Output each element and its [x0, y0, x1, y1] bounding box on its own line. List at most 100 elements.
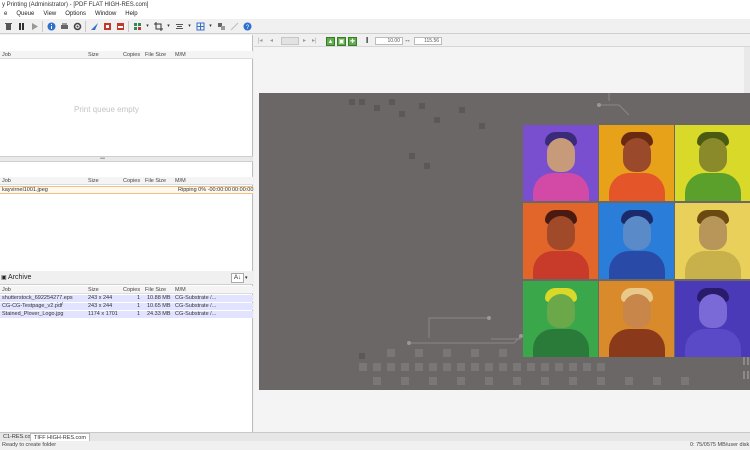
archive-header: ▣ Archive A↓ ▾ [0, 271, 253, 285]
chevron-down-icon[interactable]: ▾ [245, 273, 248, 283]
archive-file-size: 10.65 MB [147, 303, 171, 309]
chevron-down-icon[interactable]: ▾ [208, 21, 213, 31]
col-job[interactable]: Job [2, 286, 11, 294]
sort-button[interactable]: A↓ [231, 273, 244, 283]
archive-size: 1174 x 1701 [88, 311, 118, 317]
tile-icon[interactable] [132, 21, 142, 31]
col-job[interactable]: Job [2, 51, 11, 59]
layout-icon[interactable] [102, 21, 112, 31]
col-size[interactable]: Size [88, 177, 99, 185]
print-queue-empty-text: Print queue empty [74, 105, 139, 114]
active-job-row[interactable]: kayvirnel1001.jpeg Ripping 0% -00:00:00 … [0, 186, 253, 194]
portrait-photo [675, 203, 750, 279]
first-page-icon[interactable]: |◂ [258, 35, 263, 47]
menu-help[interactable]: Help [121, 10, 142, 19]
text-cursor-icon[interactable]: I [366, 35, 368, 47]
chevron-down-icon[interactable]: ▾ [145, 21, 150, 31]
archive-row[interactable]: CG-CG-Testpage_v2.pdf 243 x 244 1 10.65 … [0, 303, 253, 310]
col-copies[interactable]: Copies [123, 51, 140, 59]
preview-pane: |◂ ◂ ▸ ▸| ▲ ▣ ✚ I 10.00 ↔ 115.56 [254, 35, 750, 432]
photo-grid [523, 125, 750, 359]
preview-scrollbar[interactable] [744, 47, 750, 93]
portrait-photo [675, 281, 750, 357]
archive-file-size: 24.33 MB [147, 311, 171, 317]
menu-file[interactable]: e [0, 10, 12, 19]
col-copies[interactable]: Copies [123, 177, 140, 185]
info-icon[interactable] [46, 21, 56, 31]
menu-window[interactable]: Window [91, 10, 121, 19]
next-page-icon[interactable]: ▸ [303, 35, 306, 47]
grid-icon[interactable] [195, 21, 205, 31]
menu-view[interactable]: View [39, 10, 61, 19]
prev-page-icon[interactable]: ◂ [270, 35, 273, 47]
print-queue-header: Job Size Copies File Size M/M [0, 51, 253, 59]
job-name: kayvirnel1001.jpeg [2, 187, 48, 193]
queue-pane: Job Size Copies File Size M/M Print queu… [0, 35, 253, 432]
pane-splitter[interactable]: • • • • [0, 156, 253, 162]
col-file-size[interactable]: File Size [145, 51, 166, 59]
archive-media: CG-Substrate /... [175, 295, 217, 301]
job-time: 00:00:00 [232, 187, 254, 193]
archive-column-header: Job Size Copies File Size M/M [0, 286, 253, 294]
status-left: Ready to create folder [2, 442, 57, 448]
col-file-size[interactable]: File Size [145, 177, 166, 185]
disabled-tool-icon [229, 21, 239, 31]
fit-page-icon[interactable]: ▣ [337, 37, 346, 46]
align-icon[interactable] [174, 21, 184, 31]
chevron-down-icon[interactable]: ▾ [187, 21, 192, 31]
portrait-photo [523, 125, 598, 201]
col-job[interactable]: Job [2, 177, 11, 185]
toolbar-divider [128, 20, 129, 32]
archive-media: CG-Substrate /... [175, 311, 217, 317]
printer-settings-icon[interactable] [59, 21, 69, 31]
archive-file-size: 10.88 MB [147, 295, 171, 301]
archive-copies: 1 [137, 295, 141, 301]
gear-icon[interactable] [72, 21, 82, 31]
col-file-size[interactable]: File Size [145, 286, 166, 294]
crop-icon[interactable] [153, 21, 163, 31]
menu-options[interactable]: Options [61, 10, 91, 19]
portrait-photo [599, 125, 674, 201]
portrait-photo [599, 203, 674, 279]
portrait-photo [523, 281, 598, 357]
archive-name: shutterstock_692254277.eps [2, 295, 73, 301]
document-tabs: C1-RES.com TIFF HIGH-RES.com [0, 432, 750, 442]
status-bar: Ready to create folder 0: 75/0575 MB/use… [0, 441, 750, 450]
resize-horizontal-icon: ↔ [404, 37, 411, 44]
height-field[interactable]: 115.56 [414, 37, 442, 45]
page-number-input[interactable] [281, 37, 299, 45]
archive-name: Stained_Plover_Logo.jpg [2, 311, 64, 317]
preview-toolbar: |◂ ◂ ▸ ▸| ▲ ▣ ✚ I 10.00 ↔ 115.56 [254, 35, 750, 47]
fit-width-icon[interactable]: ▲ [326, 37, 335, 46]
chevron-down-icon[interactable]: ▾ [166, 21, 171, 31]
pause-icon[interactable] [16, 21, 26, 31]
step-repeat-icon[interactable] [216, 21, 226, 31]
trash-icon[interactable] [3, 21, 13, 31]
layout-alt-icon[interactable] [115, 21, 125, 31]
col-media[interactable]: M/M [175, 51, 186, 59]
menu-queue[interactable]: Queue [12, 10, 39, 19]
width-field[interactable]: 10.00 [375, 37, 403, 45]
portrait-photo [523, 203, 598, 279]
preview-canvas[interactable] [259, 93, 750, 390]
archive-copies: 1 [137, 311, 141, 317]
archive-media: CG-Substrate /... [175, 303, 217, 309]
col-media[interactable]: M/M [175, 286, 186, 294]
col-copies[interactable]: Copies [123, 286, 140, 294]
play-icon[interactable] [29, 21, 39, 31]
help-icon[interactable]: ? [242, 21, 252, 31]
col-size[interactable]: Size [88, 286, 99, 294]
toolbar-divider [42, 20, 43, 32]
main-toolbar: ▾ ▾ ▾ ▾ ? [0, 19, 750, 34]
window-title: y Printing (Administrator) - [PDF FLAT H… [0, 0, 750, 10]
col-size[interactable]: Size [88, 51, 99, 59]
archive-icon: ▣ [1, 275, 7, 281]
send-icon[interactable] [89, 21, 99, 31]
archive-row[interactable]: shutterstock_692254277.eps 243 x 244 1 1… [0, 295, 253, 302]
job-status: Ripping 0% -00:00:00 [178, 187, 231, 193]
menu-bar: e Queue View Options Window Help [0, 10, 750, 19]
last-page-icon[interactable]: ▸| [312, 35, 317, 47]
zoom-in-icon[interactable]: ✚ [348, 37, 357, 46]
col-media[interactable]: M/M [175, 177, 186, 185]
archive-row[interactable]: Stained_Plover_Logo.jpg 1174 x 1701 1 24… [0, 311, 253, 318]
